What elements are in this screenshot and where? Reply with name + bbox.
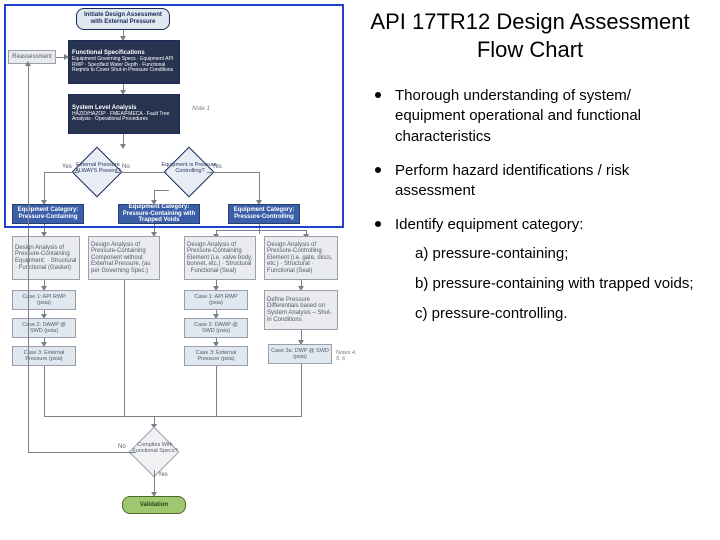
bullet-item: Perform hazard identifications / risk as… bbox=[375, 161, 705, 202]
node-analysis-containing: Design Analysis of Pressure-Containing E… bbox=[12, 236, 80, 280]
bullet-icon bbox=[375, 92, 381, 98]
note: Notes 4, 5, 6 bbox=[334, 346, 360, 366]
bullet-list: Thorough understanding of system/ equipm… bbox=[375, 86, 705, 348]
sub-item: a) pressure-containing; bbox=[415, 244, 693, 264]
node-case: Case 1: API RWP (psia) bbox=[184, 290, 248, 310]
bullet-icon bbox=[375, 167, 381, 173]
node-case: Case 3: External Pressure (psia) bbox=[12, 346, 76, 366]
sub-list: a) pressure-containing; b) pressure-cont… bbox=[415, 244, 693, 325]
node-analysis-controlling: Design Analysis of Pressure-Controlling … bbox=[264, 236, 338, 280]
decision-label: Complies With Functional Specs? bbox=[124, 442, 186, 454]
highlight-frame bbox=[4, 4, 344, 228]
node-case: Case 1: API RWP (psia) bbox=[12, 290, 76, 310]
node-case: Case 3: External Pressure (psia) bbox=[184, 346, 248, 366]
sub-item: c) pressure-controlling. bbox=[415, 304, 693, 324]
node-case: Case 2: DAWP @ SWD (psia) bbox=[184, 318, 248, 338]
sub-item: b) pressure-containing with trapped void… bbox=[415, 274, 693, 294]
node-case: Case 3a: DWP @ SWD (psia) bbox=[268, 344, 332, 364]
edge-label-yes: Yes bbox=[158, 472, 168, 478]
node-define-pressure: Define Pressure Differentials based on S… bbox=[264, 290, 338, 330]
node-analysis-trapped: Design Analysis of Pressure-Containing C… bbox=[88, 236, 160, 280]
flowchart: Initiate Design Assessment with External… bbox=[6, 6, 346, 526]
page-title: API 17TR12 Design Assessment Flow Chart bbox=[350, 8, 710, 63]
node-case: Case 2: DAWP @ SWD (psia) bbox=[12, 318, 76, 338]
bullet-item: Identify equipment category: a) pressure… bbox=[375, 215, 705, 334]
bullet-text: Perform hazard identifications / risk as… bbox=[395, 161, 705, 202]
bullet-text: Thorough understanding of system/ equipm… bbox=[395, 86, 705, 147]
bullet-item: Thorough understanding of system/ equipm… bbox=[375, 86, 705, 147]
bullet-text: Identify equipment category: bbox=[395, 215, 693, 235]
node-validation: Validation bbox=[122, 496, 186, 514]
bullet-icon bbox=[375, 221, 381, 227]
node-analysis-element: Design Analysis of Pressure-Containing E… bbox=[184, 236, 256, 280]
